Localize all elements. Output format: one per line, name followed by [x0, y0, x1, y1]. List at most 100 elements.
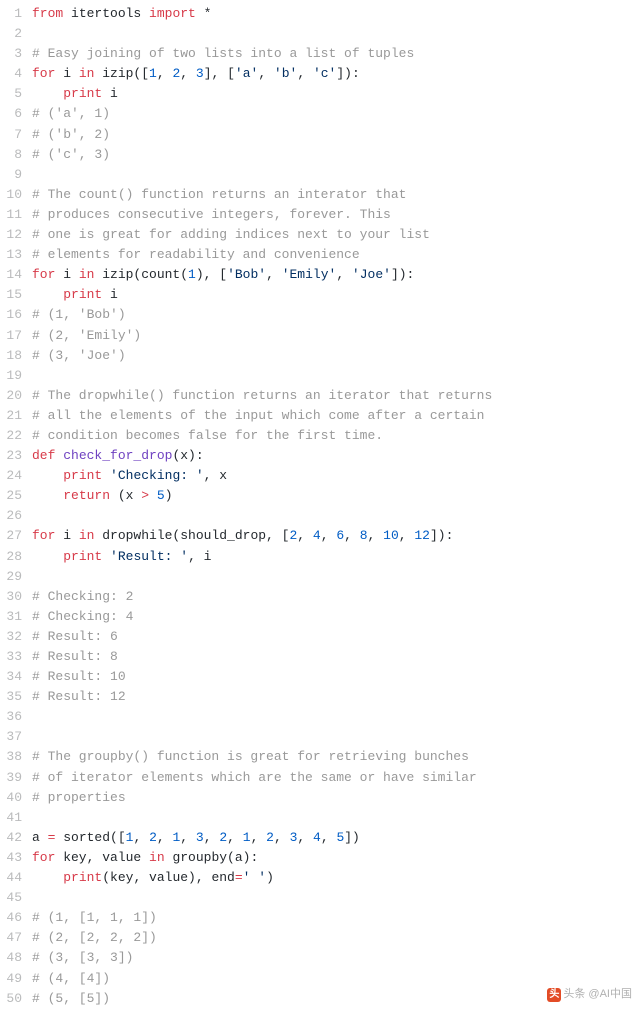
code-line: for i in dropwhile(should_drop, [2, 4, 6…: [32, 526, 640, 546]
token-op: =: [235, 870, 243, 885]
token-pl: ,: [157, 66, 173, 81]
token-kw: for: [32, 850, 55, 865]
line-number: 16: [0, 305, 22, 325]
line-number: 5: [0, 84, 22, 104]
code-line: # produces consecutive integers, forever…: [32, 205, 640, 225]
token-pl: (key, value), end: [102, 870, 235, 885]
line-number: 28: [0, 547, 22, 567]
code-line: [32, 24, 640, 44]
token-nu: 2: [149, 830, 157, 845]
token-cm: # properties: [32, 790, 126, 805]
code-line: # all the elements of the input which co…: [32, 406, 640, 426]
token-pl: [102, 468, 110, 483]
token-cm: # Easy joining of two lists into a list …: [32, 46, 414, 61]
token-pl: ]):: [430, 528, 453, 543]
token-cm: # (4, [4]): [32, 971, 110, 986]
token-nu: 1: [149, 66, 157, 81]
code-line: # Result: 10: [32, 667, 640, 687]
token-nu: 3: [196, 830, 204, 845]
code-line: a = sorted([1, 2, 1, 3, 2, 1, 2, 3, 4, 5…: [32, 828, 640, 848]
line-number: 19: [0, 366, 22, 386]
token-pl: ,: [368, 528, 384, 543]
line-number: 35: [0, 687, 22, 707]
token-kw: for: [32, 66, 55, 81]
token-cm: # all the elements of the input which co…: [32, 408, 484, 423]
code-line: [32, 567, 640, 587]
token-pl: ,: [204, 830, 220, 845]
token-st: 'Checking: ': [110, 468, 204, 483]
token-cm: # produces consecutive integers, forever…: [32, 207, 391, 222]
line-number: 23: [0, 446, 22, 466]
token-cm: # (1, [1, 1, 1]): [32, 910, 157, 925]
token-kw: print: [63, 86, 102, 101]
code-line: # properties: [32, 788, 640, 808]
line-number: 11: [0, 205, 22, 225]
line-number: 21: [0, 406, 22, 426]
code-line: # Easy joining of two lists into a list …: [32, 44, 640, 64]
line-number: 27: [0, 526, 22, 546]
code-line: [32, 707, 640, 727]
line-number: 45: [0, 888, 22, 908]
line-number: 13: [0, 245, 22, 265]
code-line: [32, 165, 640, 185]
token-pl: ,: [399, 528, 415, 543]
code-line: # (3, [3, 3]): [32, 948, 640, 968]
token-pl: , x: [204, 468, 227, 483]
token-cm: # ('a', 1): [32, 106, 110, 121]
token-pl: (x):: [172, 448, 203, 463]
token-pl: [32, 86, 63, 101]
token-cm: # (3, [3, 3]): [32, 950, 133, 965]
line-number: 10: [0, 185, 22, 205]
token-kw: return: [63, 488, 110, 503]
token-pl: ]): [344, 830, 360, 845]
code-line: # (2, 'Emily'): [32, 326, 640, 346]
token-pl: dropwhile(should_drop, [: [94, 528, 289, 543]
code-line: print 'Checking: ', x: [32, 466, 640, 486]
line-number: 31: [0, 607, 22, 627]
line-number: 2: [0, 24, 22, 44]
token-nu: 1: [243, 830, 251, 845]
token-kw: in: [79, 66, 95, 81]
token-pl: ,: [180, 66, 196, 81]
code-line: for i in izip(count(1), ['Bob', 'Emily',…: [32, 265, 640, 285]
line-number: 3: [0, 44, 22, 64]
watermark-badge-icon: 头: [547, 988, 561, 1002]
token-pl: ,: [251, 830, 267, 845]
token-pl: [149, 488, 157, 503]
token-kw: def: [32, 448, 55, 463]
line-number: 1: [0, 4, 22, 24]
token-pl: izip(count(: [94, 267, 188, 282]
code-line: for key, value in groupby(a):: [32, 848, 640, 868]
token-cm: # ('b', 2): [32, 127, 110, 142]
token-pl: ): [266, 870, 274, 885]
line-number: 41: [0, 808, 22, 828]
token-st: 'Result: ': [110, 549, 188, 564]
token-pl: ,: [157, 830, 173, 845]
line-number: 30: [0, 587, 22, 607]
code-line: return (x > 5): [32, 486, 640, 506]
code-line: def check_for_drop(x):: [32, 446, 640, 466]
token-st: 'Emily': [282, 267, 337, 282]
code-line: [32, 506, 640, 526]
token-kw: for: [32, 528, 55, 543]
token-st: 'c': [313, 66, 336, 81]
token-kw: from: [32, 6, 63, 21]
token-pl: izip([: [94, 66, 149, 81]
line-number: 8: [0, 145, 22, 165]
token-cm: # (5, [5]): [32, 991, 110, 1006]
token-pl: groupby(a):: [165, 850, 259, 865]
code-line: print(key, value), end=' '): [32, 868, 640, 888]
token-pl: i: [55, 66, 78, 81]
code-content: from itertools import *# Easy joining of…: [32, 4, 640, 1009]
token-cm: # The dropwhile() function returns an it…: [32, 388, 492, 403]
token-pl: key, value: [55, 850, 149, 865]
code-line: # ('b', 2): [32, 125, 640, 145]
token-pl: *: [196, 6, 212, 21]
token-pl: ,: [297, 830, 313, 845]
token-cm: # (2, [2, 2, 2]): [32, 930, 157, 945]
token-cm: # The groupby() function is great for re…: [32, 749, 469, 764]
token-pl: i: [55, 267, 78, 282]
line-number: 4: [0, 64, 22, 84]
token-cm: # (2, 'Emily'): [32, 328, 141, 343]
line-number-gutter: 1234567891011121314151617181920212223242…: [0, 4, 32, 1009]
